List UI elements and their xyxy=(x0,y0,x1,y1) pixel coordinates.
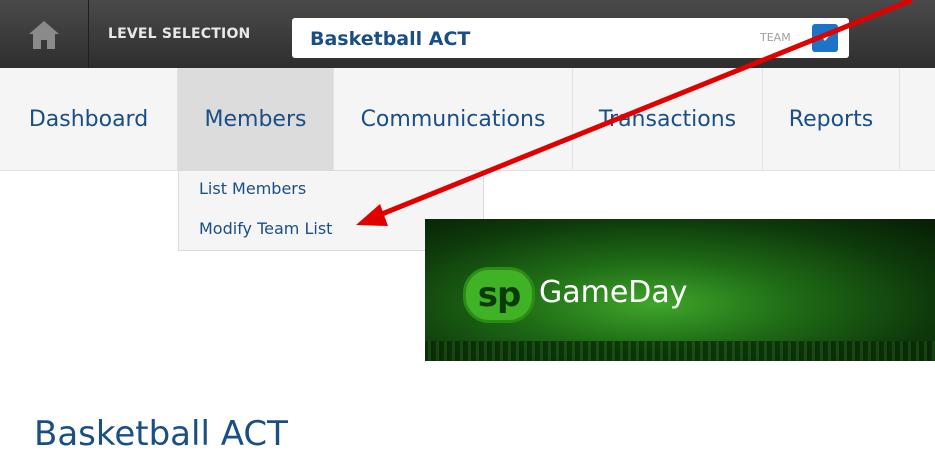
annotation-arrow-icon xyxy=(356,0,913,226)
